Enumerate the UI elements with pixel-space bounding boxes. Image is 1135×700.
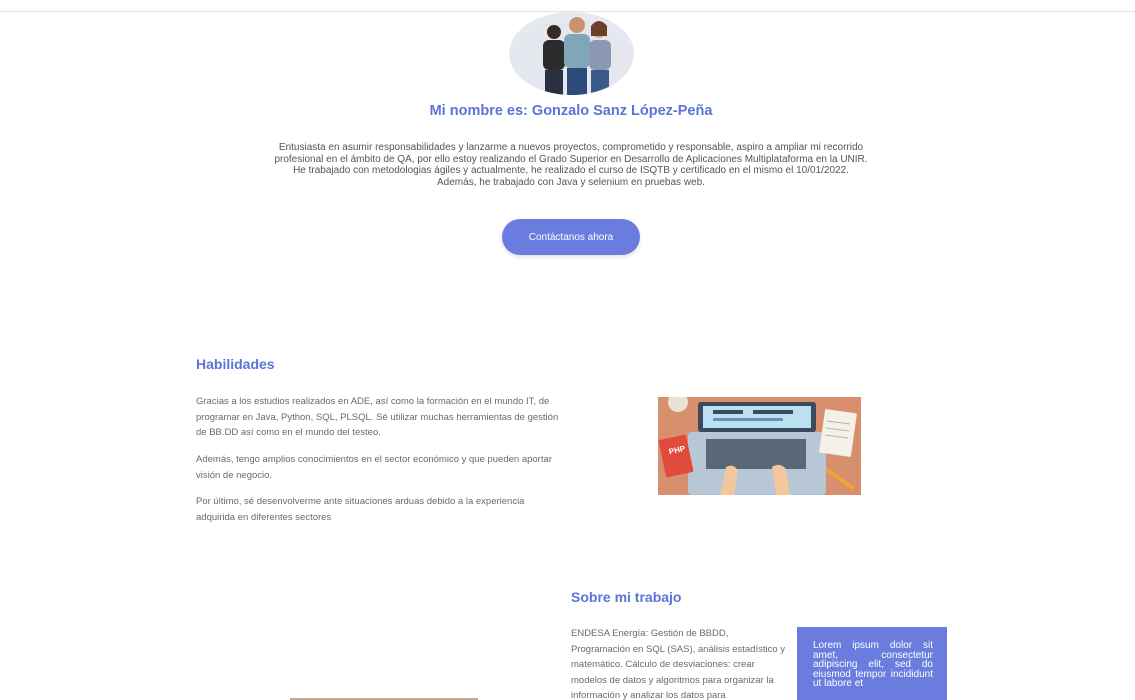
skills-paragraph: Por último, sé desenvolverme ante situac… (196, 496, 525, 523)
profile-photo (509, 12, 634, 95)
lorem-card: Lorem ipsum dolor sit amet, consectetur … (797, 627, 947, 700)
skills-paragraph: Además, tengo amplios conocimientos en e… (196, 454, 552, 481)
intro-line: Entusiasta en asumir responsabilidades y… (274, 142, 868, 165)
page-title: Mi nombre es: Gonzalo Sanz López-Peña (429, 103, 713, 119)
skills-title: Habilidades (196, 356, 275, 372)
skills-paragraph: Gracias a los estudios realizados en ADE… (196, 396, 559, 438)
work-title: Sobre mi trabajo (571, 589, 682, 605)
laptop-illustration: PHP (658, 397, 861, 495)
intro-line: Además, he trabajado con Java y selenium… (437, 176, 705, 188)
contact-button[interactable]: Contáctanos ahora (502, 219, 640, 255)
intro-line: He trabajado con metodologias ágiles y a… (293, 165, 849, 176)
intro-text: Entusiasta en asumir responsabilidades y… (270, 142, 872, 188)
work-paragraph: ENDESA Energía: Gestión de BBDD, Program… (571, 628, 786, 700)
